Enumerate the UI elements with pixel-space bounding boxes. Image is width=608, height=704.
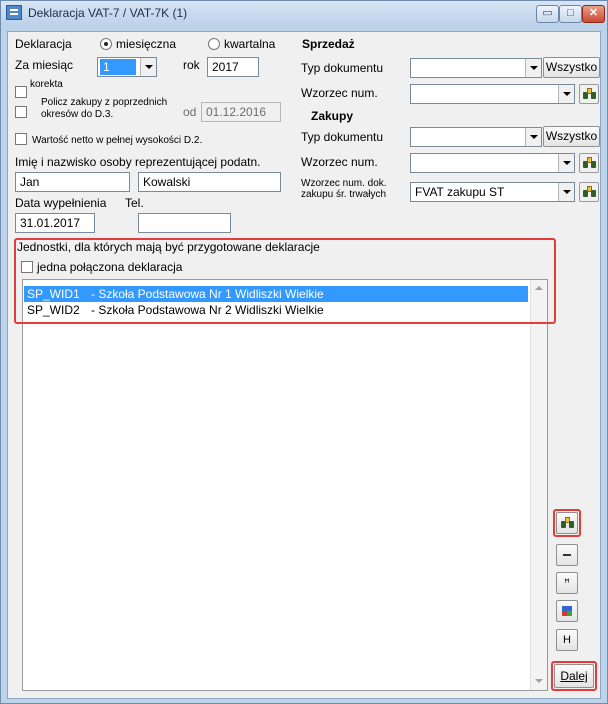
phone-label: Tel.	[125, 196, 144, 210]
year-field[interactable]: 2017	[207, 57, 259, 77]
from-date-field[interactable]: 01.12.2016	[201, 102, 281, 122]
net-value-checkbox[interactable]	[15, 133, 27, 145]
purchases-header: Zakupy	[311, 109, 354, 123]
declaration-label: Deklaracja	[15, 37, 72, 51]
title-bar[interactable]: Deklaracja VAT-7 / VAT-7K (1) ▭ □ ✕	[1, 1, 607, 25]
from-label: od	[183, 105, 197, 119]
purchases-doc-type-label: Typ dokumentu	[301, 130, 384, 144]
month-value: 1	[100, 59, 136, 75]
phone-field[interactable]	[138, 213, 231, 233]
remove-button[interactable]	[556, 544, 578, 566]
radio-quarterly-label: kwartalna	[224, 37, 276, 51]
fixed-assets-label-line2: zakupu śr. trwałych	[301, 189, 387, 200]
sales-doc-type-label: Typ dokumentu	[301, 61, 384, 75]
net-value-label: Wartość netto w pełnej wysokości D.2.	[32, 135, 203, 146]
representative-label: Imię i nazwisko osoby reprezentującej po…	[15, 155, 261, 169]
previous-purchases-checkbox[interactable]	[15, 106, 27, 118]
purchases-find-button[interactable]	[579, 153, 599, 173]
maximize-button[interactable]: □	[559, 5, 582, 23]
radio-monthly[interactable]	[100, 38, 112, 50]
find-button-highlight	[553, 509, 581, 537]
correction-checkbox[interactable]	[15, 86, 27, 98]
binoculars-icon	[583, 186, 596, 198]
fill-date-label: Data wypełnienia	[15, 196, 107, 210]
chevron-down-icon[interactable]	[558, 183, 574, 201]
minus-icon	[563, 554, 571, 557]
month-label: Za miesiąc	[15, 58, 74, 72]
fill-date-field[interactable]: 31.01.2017	[15, 213, 95, 233]
chevron-down-icon[interactable]	[525, 59, 541, 77]
radio-monthly-label: miesięczna	[116, 37, 177, 51]
purchases-doc-type-select[interactable]	[410, 127, 542, 147]
sales-header: Sprzedaż	[302, 37, 355, 51]
window-title: Deklaracja VAT-7 / VAT-7K (1)	[28, 6, 188, 20]
next-button-highlight	[551, 661, 597, 691]
h-button[interactable]: H	[556, 629, 578, 651]
fixed-assets-pattern-value: FVAT zakupu ST	[415, 185, 505, 199]
declaration-window: Deklaracja VAT-7 / VAT-7K (1) ▭ □ ✕ Dekl…	[0, 0, 608, 704]
chevron-down-icon[interactable]	[140, 58, 156, 76]
fixed-assets-pattern-select[interactable]: FVAT zakupu ST	[410, 182, 575, 202]
correction-label: korekta	[30, 79, 63, 90]
year-label: rok	[183, 58, 200, 72]
sales-pattern-select[interactable]	[410, 84, 575, 104]
last-name-field[interactable]: Kowalski	[138, 172, 281, 192]
binoculars-icon	[583, 88, 596, 100]
chevron-down-icon[interactable]	[525, 128, 541, 146]
minimize-button[interactable]: ▭	[536, 5, 559, 23]
month-select[interactable]: 1	[97, 57, 157, 77]
purchases-all-button[interactable]: Wszystko	[543, 126, 600, 147]
grid-button[interactable]	[556, 600, 578, 622]
sales-pattern-label: Wzorzec num.	[301, 86, 378, 100]
grid-icon	[562, 606, 572, 617]
sigma-icon: ꟸ	[564, 578, 570, 589]
dialog-client-area: Deklaracja miesięczna kwartalna Za miesi…	[7, 31, 601, 699]
scroll-down-icon[interactable]	[533, 675, 545, 687]
radio-quarterly[interactable]	[208, 38, 220, 50]
sales-find-button[interactable]	[579, 84, 599, 104]
units-highlight	[14, 238, 556, 324]
fixed-assets-find-button[interactable]	[579, 182, 599, 202]
chevron-down-icon[interactable]	[558, 154, 574, 172]
sales-all-button[interactable]: Wszystko	[543, 57, 600, 78]
sales-doc-type-select[interactable]	[410, 58, 542, 78]
fixed-assets-label-line1: Wzorzec num. dok.	[301, 178, 387, 189]
app-icon	[6, 5, 22, 20]
purchases-pattern-select[interactable]	[410, 153, 575, 173]
sum-button[interactable]: ꟸ	[556, 572, 578, 594]
close-button[interactable]: ✕	[582, 5, 605, 23]
purchases-pattern-label: Wzorzec num.	[301, 155, 378, 169]
list-scrollbar[interactable]	[530, 280, 547, 690]
units-list[interactable]: SP_WID1- Szkoła Podstawowa Nr 1 Widliszk…	[22, 279, 548, 691]
binoculars-icon	[583, 157, 596, 169]
first-name-field[interactable]: Jan	[15, 172, 130, 192]
chevron-down-icon[interactable]	[558, 85, 574, 103]
previous-purchases-label-line1: Policz zakupy z poprzednich	[41, 97, 168, 108]
previous-purchases-label-line2: okresów do D.3.	[41, 109, 114, 120]
